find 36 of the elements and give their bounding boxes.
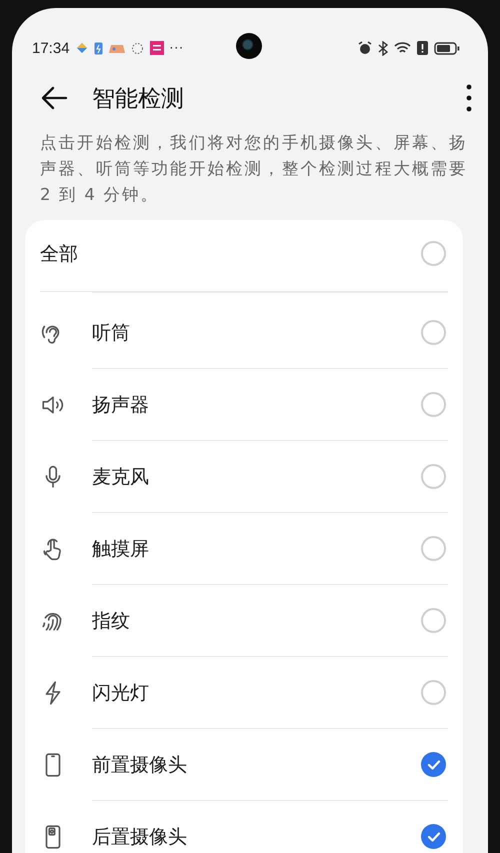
check-icon bbox=[426, 758, 440, 772]
checkbox[interactable] bbox=[421, 824, 446, 849]
menu-button[interactable] bbox=[464, 82, 474, 114]
item-label: 麦克风 bbox=[92, 464, 150, 490]
battery-icon bbox=[434, 42, 460, 54]
battery-saver-icon bbox=[94, 41, 103, 55]
alarm-icon bbox=[358, 41, 372, 55]
page-title: 智能检测 bbox=[92, 84, 185, 114]
check-icon bbox=[426, 830, 440, 844]
checkbox[interactable] bbox=[421, 680, 446, 705]
checkbox[interactable] bbox=[421, 241, 446, 266]
item-label: 指纹 bbox=[92, 608, 131, 634]
checkbox[interactable] bbox=[421, 320, 446, 345]
camera-hole bbox=[236, 33, 262, 59]
item-label: 前置摄像头 bbox=[92, 752, 188, 778]
checkbox[interactable] bbox=[421, 608, 446, 633]
app-icon bbox=[76, 42, 88, 54]
alert-icon bbox=[417, 41, 428, 55]
checkbox[interactable] bbox=[421, 536, 446, 561]
checkbox[interactable] bbox=[421, 464, 446, 489]
wifi-icon bbox=[394, 41, 411, 55]
item-label: 扬声器 bbox=[92, 392, 150, 418]
gamepad-icon bbox=[108, 42, 125, 54]
checkbox[interactable] bbox=[421, 752, 446, 777]
bluetooth-icon bbox=[378, 40, 388, 56]
item-label: 触摸屏 bbox=[92, 536, 150, 562]
status-time: 17:34 bbox=[32, 40, 70, 56]
more-notifications: ··· bbox=[170, 41, 184, 55]
item-label: 全部 bbox=[40, 242, 79, 266]
item-label: 后置摄像头 bbox=[92, 824, 188, 850]
item-label: 闪光灯 bbox=[92, 680, 150, 706]
checkbox[interactable] bbox=[421, 392, 446, 417]
item-label: 听筒 bbox=[92, 320, 131, 346]
description-text: 点击开始检测，我们将对您的手机摄像头、屏幕、扬声器、听筒等功能开始检测，整个检测过程大概需要 2 到 4 分钟。 bbox=[39, 132, 469, 206]
loading-circle-icon bbox=[130, 42, 144, 54]
app-icon bbox=[150, 41, 164, 55]
